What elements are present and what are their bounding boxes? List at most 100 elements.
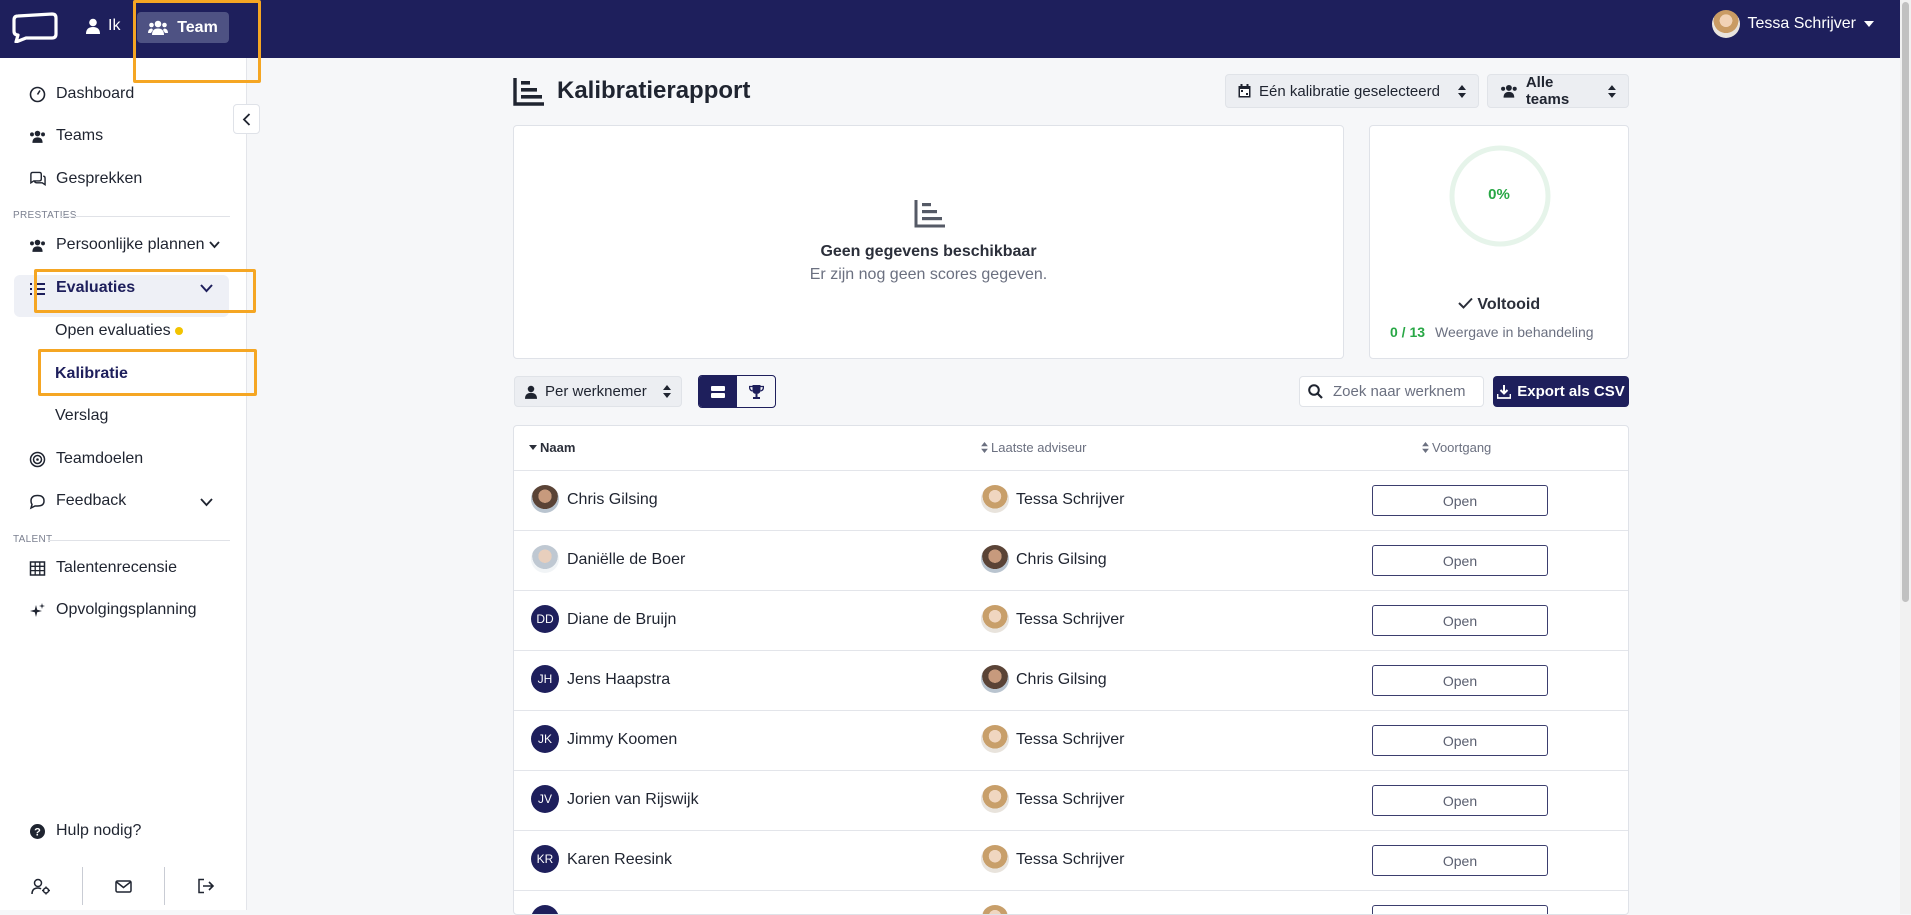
table-row[interactable]: Daniëlle de Boer Chris Gilsing Open (514, 530, 1628, 590)
group-by-select[interactable]: Per werknemer (514, 376, 682, 407)
section-label-talent: TALENT (13, 534, 53, 545)
sidebar-item-evaluaties[interactable]: Evaluaties (29, 279, 135, 297)
calendar-icon (1238, 84, 1251, 98)
open-button[interactable]: Open (1372, 725, 1548, 756)
user-settings-button[interactable] (0, 878, 82, 895)
table-row[interactable]: DD Diane de Bruijn Tessa Schrijver Open (514, 590, 1628, 650)
sidebar-item-gesprekken[interactable]: Gesprekken (29, 170, 142, 188)
open-button[interactable]: Open (1372, 845, 1548, 876)
avatar: JK (531, 725, 559, 753)
employee-name[interactable]: Chris Gilsing (567, 491, 658, 509)
sidebar-item-dashboard[interactable]: Dashboard (29, 85, 134, 103)
progress-status-label: Voltooid (1477, 296, 1541, 313)
page-scrollbar[interactable] (1900, 0, 1911, 914)
nav-ik[interactable]: Ik (86, 17, 120, 35)
table-row[interactable]: Chris Gilsing Tessa Schrijver Open (514, 470, 1628, 530)
empty-state-subtitle: Er zijn nog geen scores gegeven. (809, 266, 1048, 283)
advisor-name: Tessa Schrijver (1016, 791, 1125, 808)
help-label: Hulp nodig? (56, 822, 142, 839)
sidebar-item-opvolgingsplanning[interactable]: Opvolgingsplanning (29, 601, 197, 619)
employee-name[interactable]: Jorien van Rijswijk (567, 791, 699, 809)
sort-icon (1608, 84, 1616, 98)
open-button[interactable]: Open (1372, 605, 1548, 636)
table-row[interactable]: JK Jimmy Koomen Tessa Schrijver Open (514, 710, 1628, 770)
sidebar-item-persoonlijke-plannen[interactable]: Persoonlijke plannen (29, 236, 220, 254)
list-icon (30, 282, 45, 295)
table-row[interactable]: JV Jorien van Rijswijk Tessa Schrijver O… (514, 770, 1628, 830)
sort-icon (1422, 442, 1429, 453)
advisor-name: Chris Gilsing (1016, 671, 1107, 688)
sidebar-item-label: Teamdoelen (56, 450, 144, 467)
employee-name[interactable]: Karen Reesink (567, 851, 672, 869)
sidebar-item-label: Feedback (56, 492, 127, 509)
ranking-view-button[interactable] (737, 376, 775, 407)
app-logo-icon[interactable] (12, 11, 58, 43)
search-input[interactable] (1333, 383, 1473, 400)
sidebar-item-label: Teams (56, 127, 104, 144)
divider (48, 540, 230, 541)
chevron-down-icon[interactable] (200, 284, 213, 293)
page-title: Kalibratierapport (513, 76, 750, 106)
employee-name[interactable]: Jimmy Koomen (567, 731, 677, 749)
user-icon (525, 385, 537, 399)
search-field[interactable] (1299, 376, 1484, 407)
teams-select[interactable]: Alle teams (1487, 74, 1629, 108)
table-row[interactable]: JH Jens Haapstra Chris Gilsing Open (514, 650, 1628, 710)
sidebar-item-feedback[interactable]: Feedback (29, 492, 126, 510)
avatar (531, 545, 559, 573)
employee-name[interactable]: Daniëlle de Boer (567, 551, 685, 569)
chevron-down-icon[interactable] (200, 498, 213, 507)
messages-button[interactable] (83, 879, 165, 893)
table-row[interactable] (514, 890, 1628, 914)
advisor-name: Chris Gilsing (1016, 551, 1107, 568)
open-button[interactable]: Open (1372, 485, 1548, 516)
column-header-name[interactable]: Naam (529, 440, 575, 455)
chart-icon (513, 78, 544, 106)
sidebar-item-talentenrecensie[interactable]: Talentenrecensie (29, 559, 177, 577)
sidebar-item-label: Gesprekken (56, 170, 143, 187)
sidebar-item-teamdoelen[interactable]: Teamdoelen (29, 450, 143, 468)
sidebar-collapse-button[interactable] (233, 104, 260, 134)
column-header-label: Laatste adviseur (991, 440, 1087, 455)
user-gear-icon (31, 878, 50, 894)
sidebar-subitem-open-evaluaties[interactable]: Open evaluaties (55, 322, 183, 340)
open-button[interactable]: Open (1372, 665, 1548, 696)
sign-out-icon (198, 878, 215, 894)
envelope-icon (115, 879, 132, 893)
avatar (981, 785, 1009, 813)
nav-team-label: Team (177, 18, 218, 36)
avatar (981, 665, 1009, 693)
employee-name[interactable]: Diane de Bruijn (567, 611, 676, 629)
export-csv-button[interactable]: Export als CSV (1493, 376, 1629, 407)
sidebar-subitem-verslag[interactable]: Verslag (55, 407, 108, 425)
logout-button[interactable] (165, 878, 247, 894)
column-header-progress[interactable]: Voortgang (1422, 440, 1491, 455)
target-icon (29, 451, 46, 467)
column-header-label: Naam (540, 440, 576, 455)
sidebar-subitem-kalibratie[interactable]: Kalibratie (55, 365, 128, 383)
employee-name[interactable]: Jens Haapstra (567, 671, 670, 689)
check-icon (1458, 297, 1473, 309)
sidebar-item-label: Evaluaties (56, 279, 136, 296)
help-link[interactable]: ? Hulp nodig? (29, 822, 141, 840)
export-csv-label: Export als CSV (1517, 383, 1625, 400)
sidebar-item-teams[interactable]: Teams (29, 127, 103, 145)
open-button[interactable]: Open (1372, 545, 1548, 576)
nav-team[interactable]: Team (137, 12, 229, 43)
table-row[interactable]: KR Karen Reesink Tessa Schrijver Open (514, 830, 1628, 890)
calibration-select-value: Eén kalibratie geselecteerd (1259, 82, 1440, 100)
page-title-text: Kalibratierapport (557, 77, 751, 104)
open-button[interactable]: Open (1372, 785, 1548, 816)
user-menu[interactable]: Tessa Schrijver (1711, 10, 1874, 38)
column-header-advisor[interactable]: Laatste adviseur (981, 440, 1086, 455)
chart-card: Geen gegevens beschikbaar Er zijn nog ge… (513, 125, 1344, 359)
comments-icon (30, 171, 46, 186)
group-by-value: Per werknemer (545, 383, 647, 400)
nav-ik-label: Ik (108, 17, 121, 34)
avatar (531, 485, 559, 513)
list-view-button[interactable] (699, 376, 737, 407)
calibration-select[interactable]: Eén kalibratie geselecteerd (1225, 74, 1479, 108)
sidebar-item-label: Persoonlijke plannen (56, 236, 205, 253)
comment-icon (29, 494, 45, 509)
scrollbar-thumb[interactable] (1902, 2, 1909, 602)
